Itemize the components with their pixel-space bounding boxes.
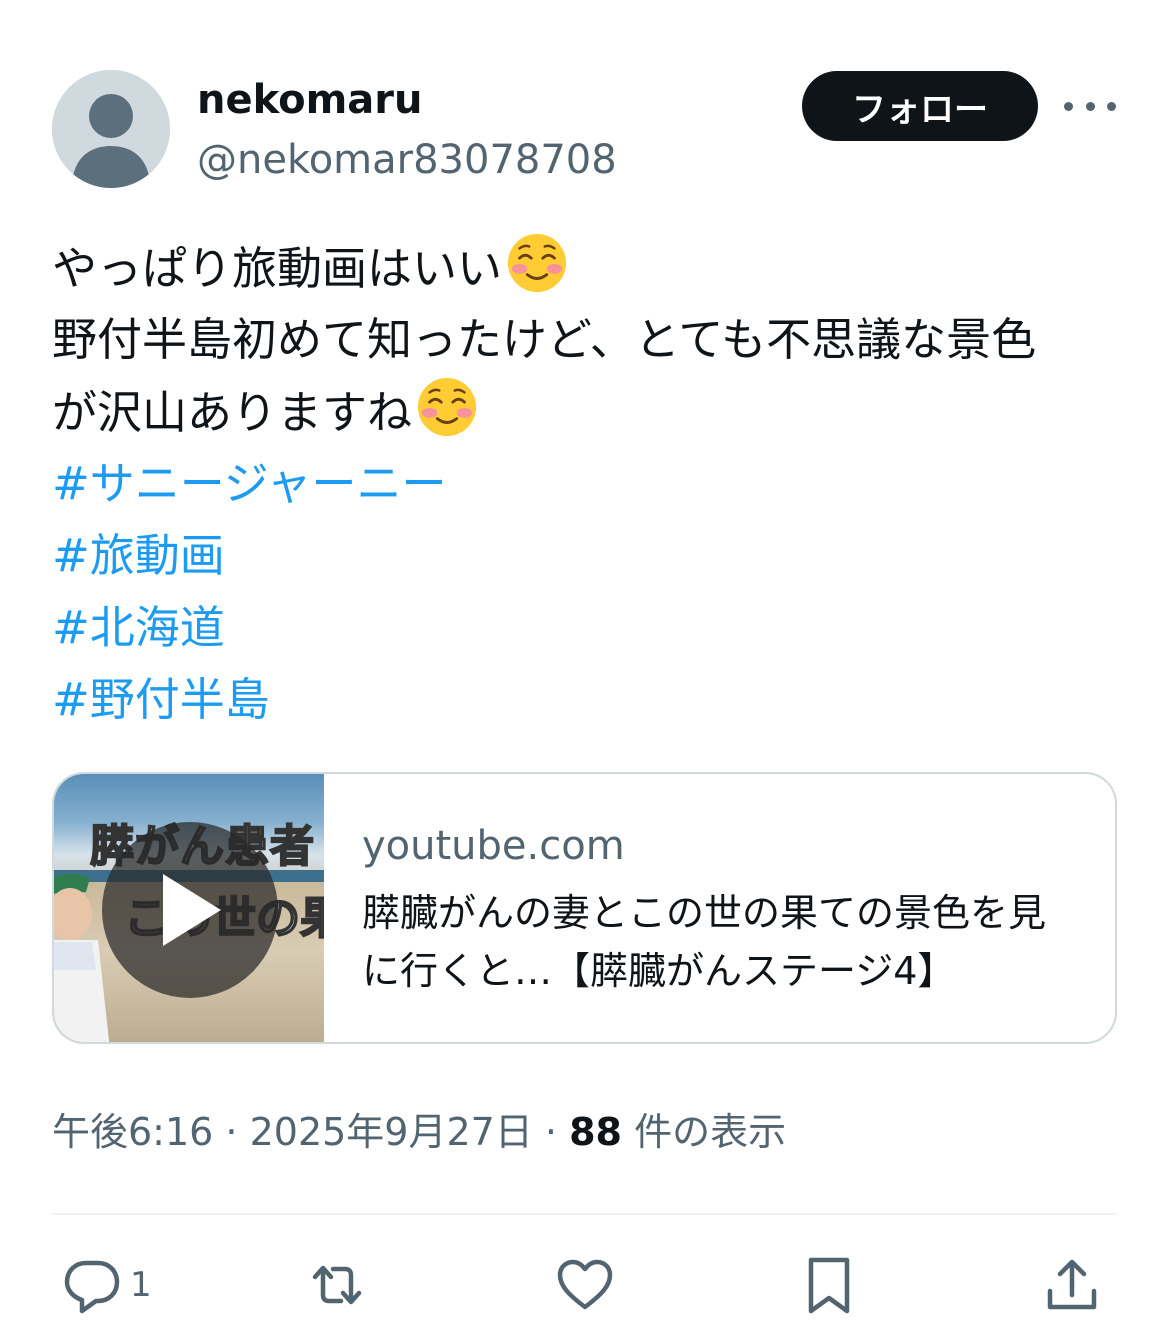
post-text: やっぱり旅動画はいい 野付半島初めて知ったけど、とても不思議な景色 が沢山ありま…: [52, 232, 1122, 736]
reply-button[interactable]: 1: [62, 1250, 152, 1320]
post-line-3: が沢山ありますね: [52, 376, 1122, 448]
post-time[interactable]: 午後6:16: [52, 1110, 213, 1154]
hashtag-link[interactable]: #旅動画: [52, 529, 225, 582]
bookmark-button[interactable]: [799, 1250, 859, 1320]
play-icon[interactable]: [102, 822, 278, 998]
post-line-1: やっぱり旅動画はいい: [52, 232, 1122, 304]
repost-icon: [312, 1265, 362, 1305]
smiling-face-with-blush-emoji: [417, 377, 477, 437]
post-date[interactable]: 2025年9月27日: [250, 1110, 533, 1154]
share-icon: [1047, 1259, 1097, 1310]
views-label: 件の表示: [621, 1110, 787, 1154]
hashtag-link[interactable]: #北海道: [52, 601, 225, 654]
post-line-2: 野付半島初めて知ったけど、とても不思議な景色: [52, 313, 1037, 366]
repost-button[interactable]: [307, 1250, 367, 1320]
like-icon: [557, 1259, 613, 1310]
bookmark-icon: [808, 1257, 850, 1314]
video-thumbnail[interactable]: 膵がん患者 この世の果: [54, 774, 324, 1042]
post: nekomaru @nekomar83078708 フォロー やっぱり旅動画はい…: [0, 0, 1170, 1336]
follow-button[interactable]: フォロー: [802, 71, 1038, 141]
views-count: 88: [569, 1110, 622, 1154]
hashtag-link[interactable]: #野付半島: [52, 673, 270, 726]
share-button[interactable]: [1042, 1250, 1102, 1320]
like-button[interactable]: [555, 1250, 615, 1320]
card-title: 膵臓がんの妻とこの世の果ての景色を見に行くと…【膵臓がんステージ4】: [362, 891, 1047, 993]
action-bar: 1: [52, 1250, 1117, 1320]
smiling-face-with-blush-emoji: [507, 233, 567, 293]
hashtag-link[interactable]: #サニージャーニー: [52, 457, 447, 510]
link-preview-card[interactable]: 膵がん患者 この世の果 youtube.com 膵臓がんの妻とこの世の果ての景色…: [52, 772, 1117, 1044]
user-handle[interactable]: @nekomar83078708: [197, 134, 617, 186]
more-icon[interactable]: [1064, 88, 1116, 124]
avatar[interactable]: [52, 70, 170, 188]
divider: [52, 1213, 1117, 1215]
display-name[interactable]: nekomaru: [197, 74, 423, 126]
card-info: youtube.com 膵臓がんの妻とこの世の果ての景色を見に行くと…【膵臓がん…: [324, 774, 1115, 1042]
reply-icon: [64, 1260, 120, 1314]
default-avatar-icon: [52, 70, 170, 188]
post-meta: 午後6:16 · 2025年9月27日 · 88 件の表示: [52, 1110, 787, 1154]
card-domain: youtube.com: [362, 823, 625, 869]
reply-count: 1: [130, 1265, 152, 1305]
